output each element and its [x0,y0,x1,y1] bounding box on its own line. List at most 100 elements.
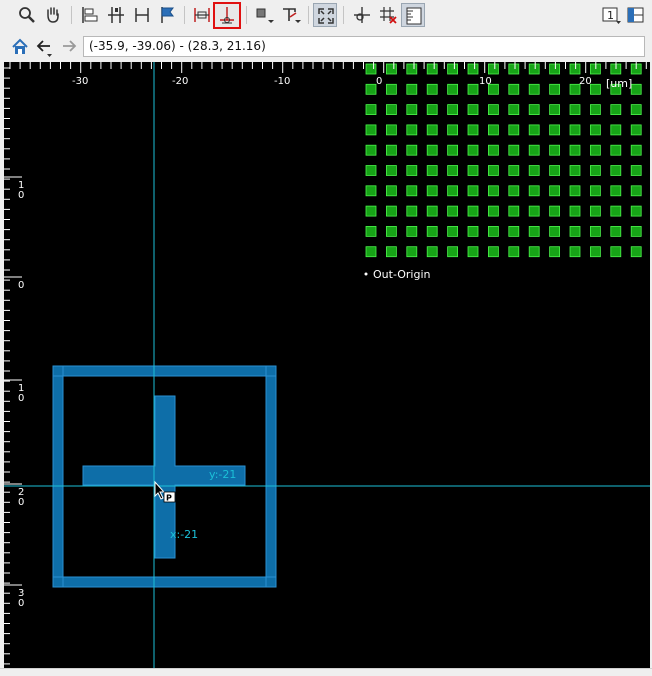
pad[interactable] [528,165,540,176]
snap-horizontal-button[interactable] [190,3,214,27]
pad[interactable] [406,144,418,156]
snap-vertical-button[interactable] [213,2,241,29]
pad[interactable] [385,246,397,258]
pad[interactable] [447,63,459,75]
pad[interactable] [447,165,459,176]
pad[interactable] [528,104,540,115]
pad[interactable] [426,124,438,136]
pad[interactable] [528,246,540,258]
align-width-button[interactable] [130,3,154,27]
pad[interactable] [426,185,438,197]
flag-button[interactable] [156,3,180,27]
pad[interactable] [426,63,438,75]
pad[interactable] [385,185,397,197]
pad[interactable] [365,225,377,237]
pad[interactable] [569,144,581,156]
pad[interactable] [630,165,642,176]
pad[interactable] [406,225,418,237]
pad[interactable] [549,205,560,217]
pad[interactable] [406,246,418,258]
pad[interactable] [385,165,397,176]
pad[interactable] [426,165,438,176]
pad[interactable] [487,225,499,237]
pad[interactable] [590,225,601,237]
pad[interactable] [467,63,479,75]
zoom-tool-button[interactable] [15,3,39,27]
pad[interactable] [447,124,459,136]
pad[interactable] [590,205,601,217]
pad[interactable] [549,185,560,197]
pad[interactable] [487,63,499,75]
pad[interactable] [569,205,581,217]
pad[interactable] [447,104,459,115]
pad[interactable] [467,104,479,115]
pad[interactable] [549,63,560,75]
pad[interactable] [406,185,418,197]
pad[interactable] [590,83,601,95]
pad[interactable] [447,144,459,156]
pad[interactable] [406,165,418,176]
pad[interactable] [365,246,377,258]
pad[interactable] [426,205,438,217]
pad[interactable] [569,124,581,136]
pad[interactable] [447,205,459,217]
pad[interactable] [630,246,642,258]
pad[interactable] [610,225,622,237]
pad[interactable] [528,185,540,197]
pad[interactable] [365,185,377,197]
pad[interactable] [610,205,622,217]
pad[interactable] [549,124,560,136]
pad[interactable] [610,104,622,115]
origin-button[interactable] [350,3,374,27]
pad[interactable] [508,104,520,115]
pad[interactable] [406,205,418,217]
page-number-button[interactable]: 1 [599,3,623,27]
pad[interactable] [549,104,560,115]
pad[interactable] [385,104,397,115]
pad[interactable] [630,185,642,197]
pad[interactable] [610,165,622,176]
distribute-horizontal-button[interactable] [104,3,128,27]
pad[interactable] [610,124,622,136]
pad[interactable] [467,124,479,136]
pad[interactable] [365,124,377,136]
pad[interactable] [528,124,540,136]
pad[interactable] [569,165,581,176]
pad[interactable] [487,144,499,156]
pad[interactable] [630,83,642,95]
pad[interactable] [569,63,581,75]
pad[interactable] [447,83,459,95]
pad[interactable] [447,185,459,197]
pad[interactable] [508,83,520,95]
pad[interactable] [630,104,642,115]
pad[interactable] [508,185,520,197]
pad[interactable] [590,246,601,258]
pad[interactable] [590,165,601,176]
pad[interactable] [447,246,459,258]
pad[interactable] [528,205,540,217]
pad[interactable] [487,205,499,217]
pad[interactable] [467,185,479,197]
pad[interactable] [508,246,520,258]
pad[interactable] [590,185,601,197]
pad[interactable] [590,104,601,115]
pad[interactable] [549,144,560,156]
pad[interactable] [447,225,459,237]
pad[interactable] [467,165,479,176]
pad[interactable] [569,185,581,197]
pad[interactable] [365,144,377,156]
pad[interactable] [508,225,520,237]
pad[interactable] [528,63,540,75]
pad[interactable] [426,246,438,258]
pad[interactable] [467,83,479,95]
pad[interactable] [569,225,581,237]
layout-canvas[interactable]: Out-Origin y:-21 x:-21 P -30 -20 -10 0 10 20 … [4,62,650,668]
pad[interactable] [610,185,622,197]
pad[interactable] [549,225,560,237]
pad[interactable] [549,165,560,176]
pad[interactable] [528,83,540,95]
ruler-button[interactable] [401,3,425,27]
pad[interactable] [569,104,581,115]
align-left-button[interactable] [78,3,102,27]
layout-view[interactable]: Out-Origin y:-21 x:-21 P -30 -20 -10 0 10 20 … [4,62,650,668]
